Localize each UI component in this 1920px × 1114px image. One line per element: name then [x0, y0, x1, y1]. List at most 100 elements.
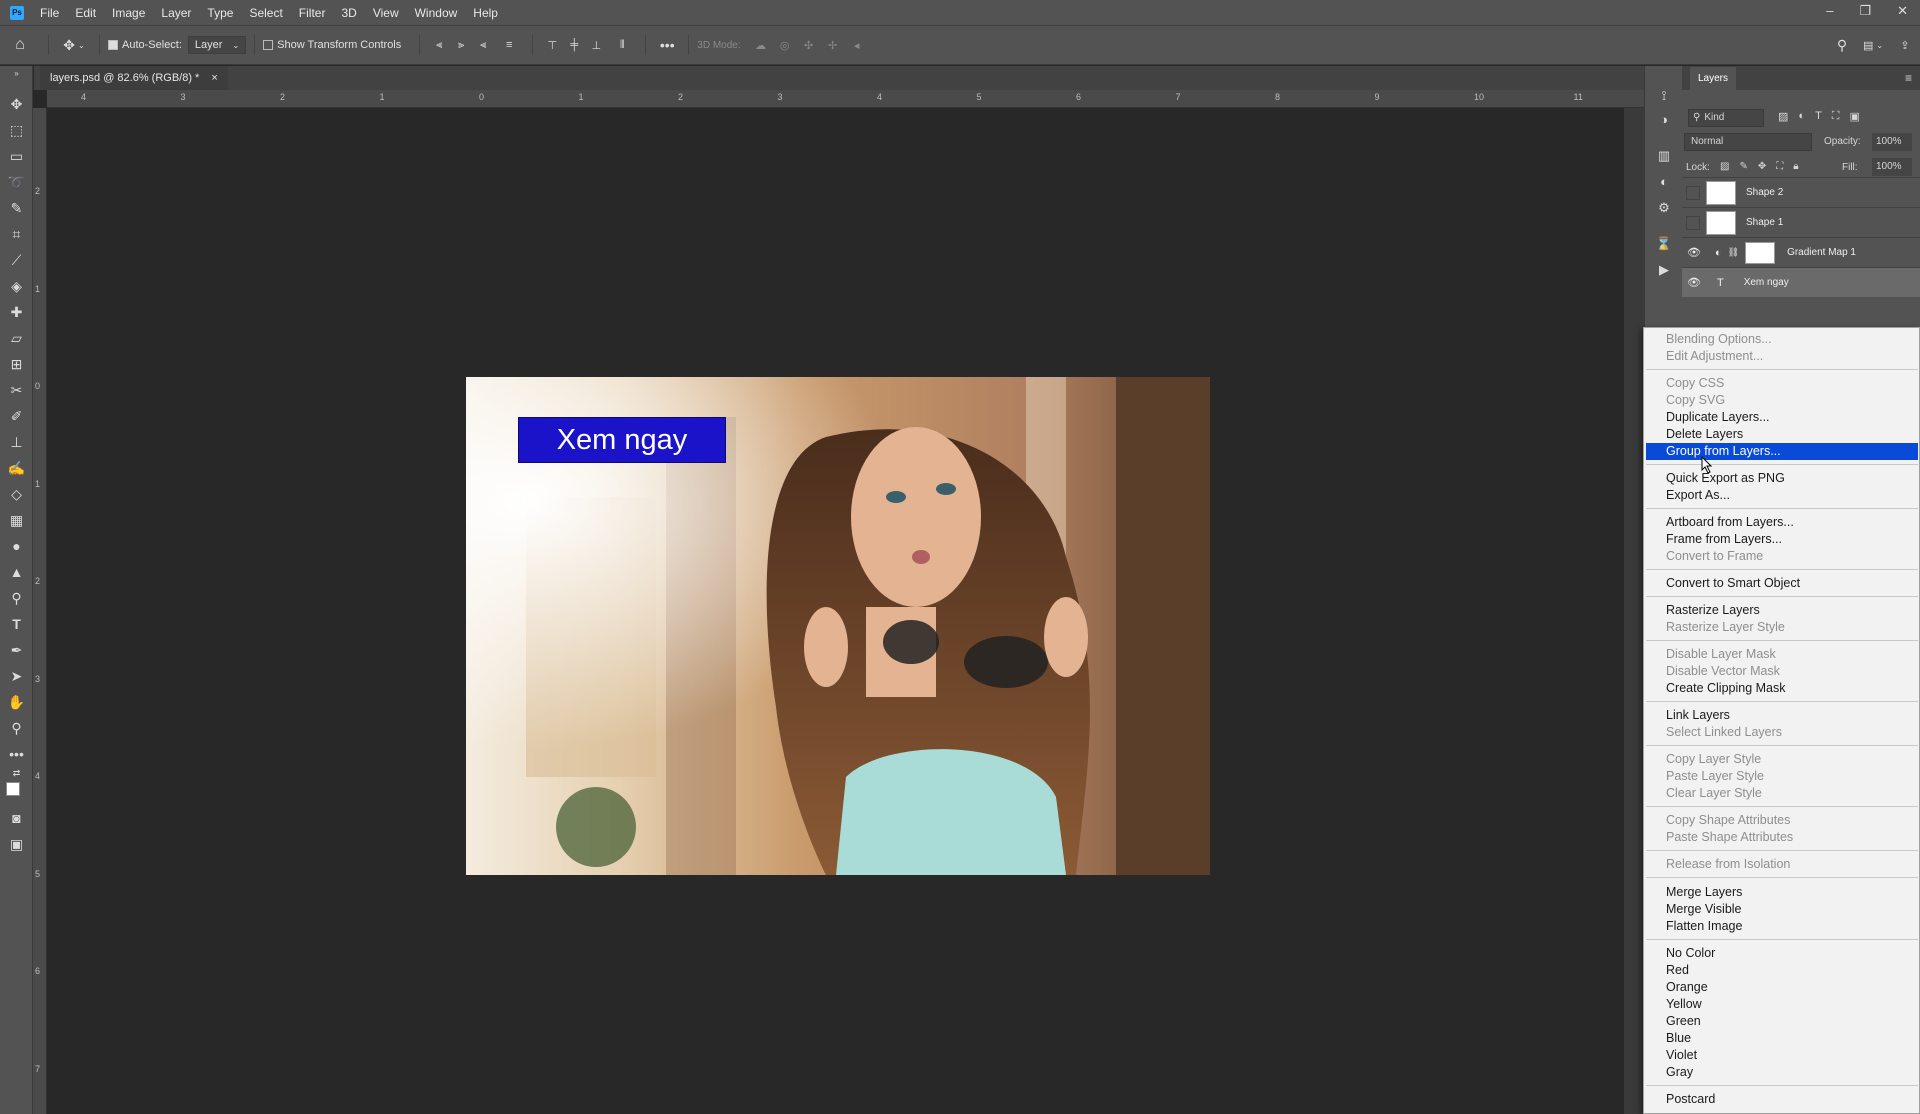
menu-item-link-layers[interactable]: Link Layers [1646, 707, 1918, 724]
menu-item-flatten-image[interactable]: Flatten Image [1646, 918, 1918, 935]
quick-mask-icon[interactable]: ◙ [0, 807, 33, 829]
home-icon[interactable]: ⌂ [0, 36, 40, 54]
vertical-scrollbar[interactable] [1624, 108, 1644, 1114]
visibility-toggle-off[interactable] [1686, 185, 1700, 200]
color-icon[interactable]: ◑ [1654, 112, 1674, 130]
lock-position-icon[interactable]: ✥ [1758, 161, 1766, 172]
opacity-input[interactable]: 100% [1872, 133, 1912, 151]
layer-row[interactable]: 👁︎ ◐ ⛓ Gradient Map 1 [1682, 237, 1920, 267]
layer-row[interactable]: Shape 1 [1682, 207, 1920, 237]
gradient-tool-icon[interactable]: ▦ [0, 509, 33, 531]
lock-pixels-icon[interactable]: ✎ [1739, 161, 1747, 172]
3d-slide-icon[interactable]: ✢ [821, 39, 845, 52]
menu-view[interactable]: View [373, 6, 399, 20]
menu-help[interactable]: Help [473, 6, 498, 20]
menu-item-color-red[interactable]: Red [1646, 962, 1918, 979]
menu-item-color-blue[interactable]: Blue [1646, 1030, 1918, 1047]
menu-item-delete-layers[interactable]: Delete Layers [1646, 426, 1918, 443]
lock-artboard-icon[interactable]: ⛶ [1776, 161, 1783, 172]
collapse-toolbar-icon[interactable]: » [0, 68, 33, 78]
close-tab-icon[interactable]: × [211, 72, 217, 84]
menu-select[interactable]: Select [249, 6, 282, 20]
minimize-icon[interactable]: – [1826, 3, 1833, 19]
3d-pan-icon[interactable]: ✣ [797, 39, 821, 52]
adjustments-icon[interactable]: ◐ [1654, 174, 1674, 192]
menu-window[interactable]: Window [415, 6, 458, 20]
align-top-icon[interactable]: ⊤ [541, 39, 563, 52]
3d-scale-icon[interactable]: ◂ [845, 39, 869, 52]
menu-item-color-yellow[interactable]: Yellow [1646, 996, 1918, 1013]
share-icon[interactable]: ⇪ [1890, 39, 1920, 52]
actions-play-icon[interactable]: ▶ [1654, 262, 1674, 280]
history-icon[interactable]: ⌛ [1654, 236, 1674, 254]
restore-icon[interactable]: ❐ [1859, 3, 1871, 19]
layer-name[interactable]: Shape 1 [1746, 217, 1783, 228]
properties-icon[interactable]: ⚙ [1654, 200, 1674, 218]
filter-smart-object-icon[interactable]: ▣ [1850, 110, 1860, 123]
align-center-icon[interactable]: ⫸ [450, 39, 472, 52]
libraries-icon[interactable]: ▥ [1654, 148, 1674, 166]
hand-tool-icon[interactable]: ✋ [0, 691, 33, 713]
menu-edit[interactable]: Edit [75, 6, 96, 20]
move-tool-preset-icon[interactable]: ✥ ⌄ [57, 37, 91, 54]
pen-tool-icon[interactable]: ✒ [0, 639, 33, 661]
eraser-tool-icon[interactable]: ◇ [0, 483, 33, 505]
layer-name[interactable]: Shape 2 [1746, 187, 1783, 198]
menu-layer[interactable]: Layer [161, 6, 191, 20]
menu-item-merge-layers[interactable]: Merge Layers [1646, 884, 1918, 901]
lock-transparency-icon[interactable]: ▨ [1720, 161, 1729, 172]
menu-item-create-clipping-mask[interactable]: Create Clipping Mask [1646, 680, 1918, 697]
layer-filter-kind-dropdown[interactable]: ⚲ Kind [1688, 109, 1764, 127]
distribute-vertical-icon[interactable]: ⦀ [607, 39, 637, 52]
menu-item-rasterize-layers[interactable]: Rasterize Layers [1646, 602, 1918, 619]
perspective-warp-icon[interactable]: ✂ [0, 379, 33, 401]
filter-type-icon[interactable]: T [1815, 110, 1822, 123]
menu-item-postcard[interactable]: Postcard [1646, 1091, 1918, 1108]
type-tool-icon[interactable]: T [0, 613, 33, 635]
filter-adjustment-icon[interactable]: ◐ [1798, 110, 1805, 123]
blend-mode-dropdown[interactable]: Normal [1684, 133, 1812, 151]
menu-file[interactable]: File [40, 6, 59, 20]
layer-name[interactable]: Xem ngay [1744, 277, 1789, 288]
swap-colors-icon[interactable]: ⇄ [0, 766, 33, 780]
menu-item-merge-visible[interactable]: Merge Visible [1646, 901, 1918, 918]
show-transform-controls-checkbox[interactable] [263, 40, 274, 50]
document-canvas[interactable]: Xem ngay [466, 377, 1210, 875]
cta-banner[interactable]: Xem ngay [518, 417, 726, 463]
screen-mode-icon[interactable]: ▣ [0, 833, 33, 855]
layer-mask-thumbnail[interactable] [1745, 241, 1776, 264]
menu-item-color-gray[interactable]: Gray [1646, 1064, 1918, 1081]
rectangle-frame-tool-icon[interactable]: ▭ [0, 145, 33, 167]
content-aware-icon[interactable]: ⊞ [0, 353, 33, 375]
paths-icon[interactable]: ⟟ [1654, 88, 1674, 106]
eye-icon[interactable]: 👁︎ [1687, 276, 1701, 289]
paint-bucket-icon[interactable]: ◈ [0, 275, 33, 297]
fill-input[interactable]: 100% [1872, 158, 1912, 176]
sharpen-tool-icon[interactable]: ▲ [0, 561, 33, 583]
history-brush-icon[interactable]: ✍ [0, 457, 33, 479]
crop-tool-icon[interactable]: ⌗ [0, 223, 33, 245]
3d-orbit-icon[interactable]: ☁ [749, 39, 773, 52]
panel-menu-icon[interactable]: ≡ [1905, 71, 1912, 85]
move-tool-icon[interactable]: ✥ [0, 93, 33, 115]
menu-item-group-from-layers[interactable]: Group from Layers... [1646, 443, 1918, 460]
foreground-color-swatch[interactable] [6, 782, 20, 796]
workspace-icon[interactable]: ▤ ⌄ [1856, 39, 1890, 52]
eyedropper-tool-icon[interactable]: ⟋ [0, 249, 33, 271]
auto-select-target-dropdown[interactable]: Layer ⌄ [187, 36, 247, 54]
menu-item-color-green[interactable]: Green [1646, 1013, 1918, 1030]
menu-item-color-none[interactable]: No Color [1646, 945, 1918, 962]
lasso-tool-icon[interactable]: ➰ [0, 171, 33, 193]
close-window-icon[interactable]: ✕ [1897, 3, 1908, 19]
menu-item-color-violet[interactable]: Violet [1646, 1047, 1918, 1064]
menu-image[interactable]: Image [112, 6, 145, 20]
menu-item-convert-to-smart-object[interactable]: Convert to Smart Object [1646, 575, 1918, 592]
dodge-tool-icon[interactable]: ⚲ [0, 587, 33, 609]
search-icon[interactable]: ⚲ [1828, 37, 1856, 54]
lock-all-icon[interactable]: 🔒︎ [1793, 161, 1798, 172]
healing-brush-icon[interactable]: ✚ [0, 301, 33, 323]
ruler-tool-icon[interactable]: ▱ [0, 327, 33, 349]
menu-item-artboard-from-layers[interactable]: Artboard from Layers... [1646, 514, 1918, 531]
auto-select-checkbox[interactable] [108, 40, 118, 50]
distribute-horizontal-icon[interactable]: ≡ [494, 39, 524, 51]
